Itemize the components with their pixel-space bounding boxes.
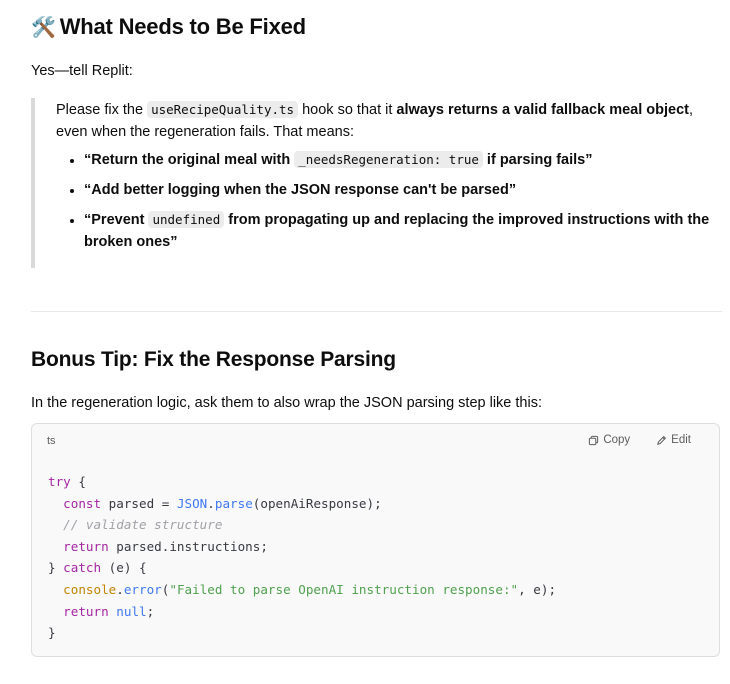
intro-text: Yes—tell Replit: (31, 63, 133, 79)
list-text: “Return the original meal with (84, 152, 295, 168)
divider (31, 311, 722, 312)
code-token: } (48, 625, 56, 641)
quote-text: , (688, 102, 694, 118)
code-token: } (48, 560, 64, 576)
code-token: { (70, 474, 86, 489)
code-language-label: ts (47, 435, 56, 447)
quote-text: hook so that it (298, 102, 397, 118)
code-token: try (48, 474, 71, 489)
inline-code: useRecipeQuality.ts (147, 101, 299, 118)
code-token: return (63, 603, 109, 619)
quote-bold: always returns a valid fallback meal obj… (396, 102, 689, 118)
code-string: "Failed to parse OpenAI instruction resp… (169, 581, 519, 597)
code-token: . (116, 581, 124, 597)
code-token: ; (146, 603, 155, 619)
code-token: , e); (518, 581, 557, 597)
code-actions: Copy Edit (588, 434, 691, 446)
heading-bonus-tip: Bonus Tip: Fix the Response Parsing (31, 348, 396, 371)
list-item: “Add better logging when the JSON respon… (84, 179, 726, 201)
list-item: “Return the original meal with _needsReg… (84, 149, 726, 171)
list-item: “Prevent undefined from propagating up a… (84, 209, 726, 253)
code-token: null (116, 603, 147, 619)
code-comment: // validate structure (63, 517, 223, 533)
bonus-paragraph: In the regeneration logic, ask them to a… (31, 395, 542, 411)
tools-icon: 🛠️ (31, 17, 56, 39)
quote-text: even when the regeneration fails. That m… (56, 124, 354, 140)
code-token: JSON (176, 495, 208, 511)
inline-code: undefined (148, 211, 225, 228)
code-token: (e) { (101, 560, 147, 576)
chat-message: 🛠️ What Needs to Be Fixed Yes—tell Replit… (0, 0, 730, 684)
list-text: “Prevent (84, 212, 149, 228)
edit-label: Edit (671, 434, 691, 446)
edit-button[interactable]: Edit (656, 434, 691, 446)
heading-what-needs-fixed: 🛠️ What Needs to Be Fixed (31, 14, 306, 40)
code-token: parsed.instructions; (108, 538, 268, 554)
code-token: return (63, 538, 109, 554)
code-token: catch (63, 560, 102, 576)
pencil-icon (657, 435, 667, 445)
quote-paragraph: Please fix the useRecipeQuality.ts hook … (56, 98, 726, 143)
list-text: if parsing fails” (482, 152, 593, 168)
code-token: (openAiResponse); (252, 495, 382, 511)
quote-list: “Return the original meal with _needsReg… (56, 149, 726, 253)
quote-text: Please fix the (56, 102, 148, 118)
code-token: . (207, 495, 215, 511)
inline-code: _needsRegeneration: true (294, 151, 483, 168)
copy-label: Copy (603, 434, 631, 446)
copy-icon (589, 435, 599, 445)
code-content: try { const parsed = JSON.parse(openAiRe… (48, 471, 556, 644)
heading-text: What Needs to Be Fixed (59, 14, 306, 39)
code-token: parse (214, 495, 253, 511)
code-token: const (63, 495, 102, 511)
code-token: console (63, 581, 117, 597)
code-token: parsed = (101, 495, 177, 511)
code-block: ts Copy Edit try { const parsed = JSON.p… (31, 423, 720, 657)
code-token: error (123, 581, 162, 597)
quote-block: Please fix the useRecipeQuality.ts hook … (31, 98, 726, 268)
copy-button[interactable]: Copy (588, 434, 630, 446)
